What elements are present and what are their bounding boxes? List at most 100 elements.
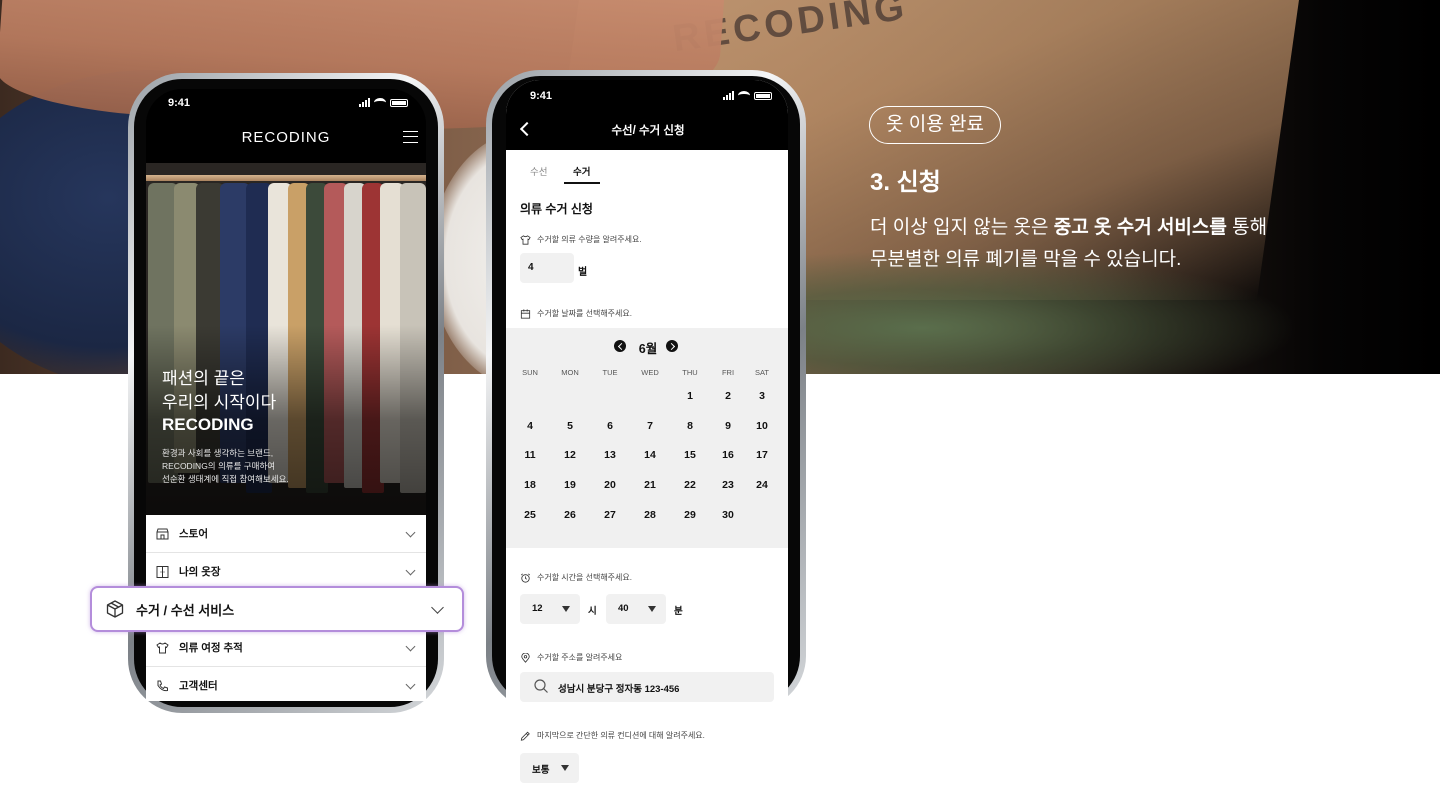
hour-select[interactable]: 12	[520, 594, 580, 624]
calendar-day[interactable]: 3	[747, 390, 777, 402]
calendar-day[interactable]: 21	[635, 479, 665, 491]
menu-item-store[interactable]: 스토어	[146, 515, 426, 553]
calendar-day[interactable]: 6	[595, 420, 625, 432]
calendar-day[interactable]: 18	[515, 479, 545, 491]
calendar-day[interactable]: 26	[555, 509, 585, 521]
status-icons	[359, 98, 408, 107]
weekday-label: FRI	[721, 368, 735, 377]
calendar-icon	[520, 308, 531, 319]
calendar-day[interactable]: 16	[713, 449, 743, 461]
calendar-day[interactable]: 10	[747, 420, 777, 432]
calendar-day[interactable]: 14	[635, 449, 665, 461]
step-badge: 옷 이용 완료	[869, 106, 1001, 144]
chevron-down-icon	[405, 679, 416, 690]
menu-item-label: 스토어	[179, 528, 208, 540]
calendar-day[interactable]: 20	[595, 479, 625, 491]
qty-hint-text: 수거할 의류 수량을 알려주세요.	[537, 235, 642, 244]
calendar-day[interactable]: 7	[635, 420, 665, 432]
calendar-day[interactable]: 23	[713, 479, 743, 491]
qty-hint: 수거할 의류 수량을 알려주세요.	[520, 234, 642, 245]
addr-hint-text: 수거할 주소를 알려주세요	[537, 653, 623, 662]
calendar-day[interactable]: 1	[675, 390, 705, 402]
calendar-day[interactable]: 13	[595, 449, 625, 461]
minute-unit: 분	[674, 606, 683, 617]
weekday-label: TUE	[602, 368, 618, 377]
quantity-unit: 벌	[578, 267, 588, 278]
calendar-day[interactable]: 15	[675, 449, 705, 461]
app-logo[interactable]: RECODING	[146, 129, 426, 146]
hero-sub-line3: 선순환 생태계에 직접 참여해보세요.	[162, 474, 289, 484]
calendar-day[interactable]: 2	[713, 390, 743, 402]
weekday-label: WED	[641, 368, 659, 377]
status-bar: 9:41	[506, 80, 788, 110]
calendar-next-icon[interactable]	[666, 340, 678, 352]
box-icon	[106, 600, 124, 618]
time-hint: 수거할 시간을 선택해주세요.	[520, 572, 632, 583]
calendar-day[interactable]: 12	[555, 449, 585, 461]
menu-item-tracking[interactable]: 의류 여정 추적	[146, 629, 426, 667]
clothes-rail	[146, 175, 426, 181]
tab-active-indicator	[564, 182, 600, 184]
minute-select[interactable]: 40	[606, 594, 666, 624]
step-title: 3. 신청	[870, 169, 941, 196]
calendar-day[interactable]: 4	[515, 420, 545, 432]
address-value: 성남시 분당구 정자동 123-456	[558, 684, 680, 695]
calendar-day[interactable]: 27	[595, 509, 625, 521]
date-hint: 수거할 날짜를 선택해주세요.	[520, 308, 632, 319]
calendar-day[interactable]: 9	[713, 420, 743, 432]
menu-item-service-highlighted[interactable]: 수거 / 수선 서비스	[90, 586, 464, 632]
calendar-day[interactable]: 5	[555, 420, 585, 432]
hamburger-menu-icon[interactable]	[403, 131, 418, 143]
chevron-down-icon	[405, 565, 416, 576]
hero-sub-line2: RECODING의 의류를 구매하여	[162, 461, 276, 471]
chevron-down-icon	[405, 527, 416, 538]
menu-item-label: 수거 / 수선 서비스	[136, 602, 235, 618]
address-input[interactable]: 성남시 분당구 정자동 123-456	[520, 672, 774, 702]
tab-pickup[interactable]: 수거	[573, 164, 590, 178]
signal-icon	[359, 98, 370, 107]
hero-headline-line1: 패션의 끝은	[162, 369, 245, 388]
menu-item-label: 고객센터	[179, 680, 218, 692]
step-desc-line2: 무분별한 의류 폐기를 막을 수 있습니다.	[870, 249, 1182, 270]
weekday-label: SAT	[754, 368, 770, 377]
hero-brand: RECODING	[162, 415, 254, 434]
time-hint-text: 수거할 시간을 선택해주세요.	[537, 573, 632, 582]
condition-value: 보통	[532, 765, 550, 776]
calendar-day[interactable]: 29	[675, 509, 705, 521]
dropdown-triangle-icon	[561, 765, 569, 771]
tab-repair[interactable]: 수선	[530, 164, 547, 178]
calendar-day[interactable]: 28	[635, 509, 665, 521]
condition-hint: 마지막으로 간단한 의류 컨디션에 대해 알려주세요.	[520, 730, 705, 741]
calendar-day[interactable]: 25	[515, 509, 545, 521]
calendar-day[interactable]: 17	[747, 449, 777, 461]
signal-icon	[723, 91, 734, 100]
search-icon	[534, 679, 548, 693]
calendar-day[interactable]: 11	[515, 449, 545, 461]
condition-select[interactable]: 보통	[520, 753, 579, 783]
step-desc-post: 통해	[1226, 217, 1268, 238]
addr-hint: 수거할 주소를 알려주세요	[520, 652, 622, 663]
calendar-day[interactable]: 24	[747, 479, 777, 491]
hero-headline: 패션의 끝은 우리의 시작이다	[162, 367, 276, 415]
quantity-input[interactable]: 4	[520, 253, 574, 283]
pencil-icon	[520, 731, 530, 741]
menu-item-label: 의류 여정 추적	[179, 642, 243, 654]
calendar-day[interactable]: 22	[675, 479, 705, 491]
status-bar: 9:41	[146, 89, 426, 119]
wifi-icon	[374, 98, 386, 107]
shirt-icon	[520, 234, 531, 245]
minute-value: 40	[618, 603, 629, 614]
hour-unit: 시	[588, 606, 597, 617]
menu-item-support[interactable]: 고객센터	[146, 667, 426, 701]
phone-request-screen: 9:41 수선/ 수거 신청 수선 수거 의류 수거 신청 수거할 의류 수량을…	[506, 80, 788, 800]
calendar-day[interactable]: 19	[555, 479, 585, 491]
status-icons	[723, 91, 772, 100]
date-hint-text: 수거할 날짜를 선택해주세요.	[537, 309, 632, 318]
calendar-day[interactable]: 8	[675, 420, 705, 432]
condition-hint-text: 마지막으로 간단한 의류 컨디션에 대해 알려주세요.	[537, 731, 705, 740]
battery-icon	[754, 91, 772, 100]
closet-icon	[156, 565, 169, 578]
calendar-day[interactable]: 30	[713, 509, 743, 521]
chevron-down-icon	[431, 601, 444, 614]
battery-icon	[390, 98, 408, 107]
